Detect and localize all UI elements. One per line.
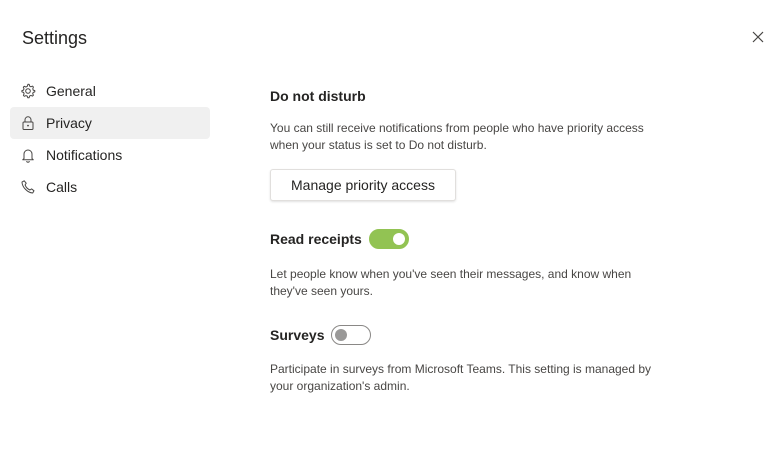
sidebar-item-calls[interactable]: Calls xyxy=(10,171,210,203)
manage-priority-access-button[interactable]: Manage priority access xyxy=(270,169,456,201)
bell-icon xyxy=(20,147,36,163)
sidebar-item-label: Calls xyxy=(46,179,78,195)
surveys-toggle[interactable] xyxy=(331,325,372,345)
surveys-description: Participate in surveys from Microsoft Te… xyxy=(270,362,652,393)
read-receipts-row: Read receipts xyxy=(270,229,409,249)
page-title: Settings xyxy=(22,28,88,48)
sidebar-item-label: Privacy xyxy=(46,115,92,131)
toggle-knob xyxy=(392,233,405,245)
close-icon xyxy=(752,31,764,43)
do-not-disturb-heading: Do not disturb xyxy=(270,88,366,104)
sidebar-item-privacy[interactable]: Privacy xyxy=(10,107,210,139)
sidebar-nav: General Privacy Notifications Calls xyxy=(10,75,210,203)
lock-icon xyxy=(20,115,36,131)
read-receipts-description: Let people know when you've seen their m… xyxy=(270,267,632,298)
gear-icon xyxy=(20,83,36,99)
sidebar-item-label: General xyxy=(46,83,96,99)
phone-icon xyxy=(20,179,36,195)
read-receipts-toggle[interactable] xyxy=(368,229,409,249)
sidebar-item-general[interactable]: General xyxy=(10,75,210,107)
surveys-heading: Surveys xyxy=(270,327,325,343)
read-receipts-heading: Read receipts xyxy=(270,231,362,247)
surveys-row: Surveys xyxy=(270,325,372,345)
do-not-disturb-description: You can still receive notifications from… xyxy=(270,121,644,152)
toggle-knob xyxy=(335,329,348,341)
close-button[interactable] xyxy=(748,27,768,47)
sidebar-item-notifications[interactable]: Notifications xyxy=(10,139,210,171)
sidebar-item-label: Notifications xyxy=(46,147,123,163)
